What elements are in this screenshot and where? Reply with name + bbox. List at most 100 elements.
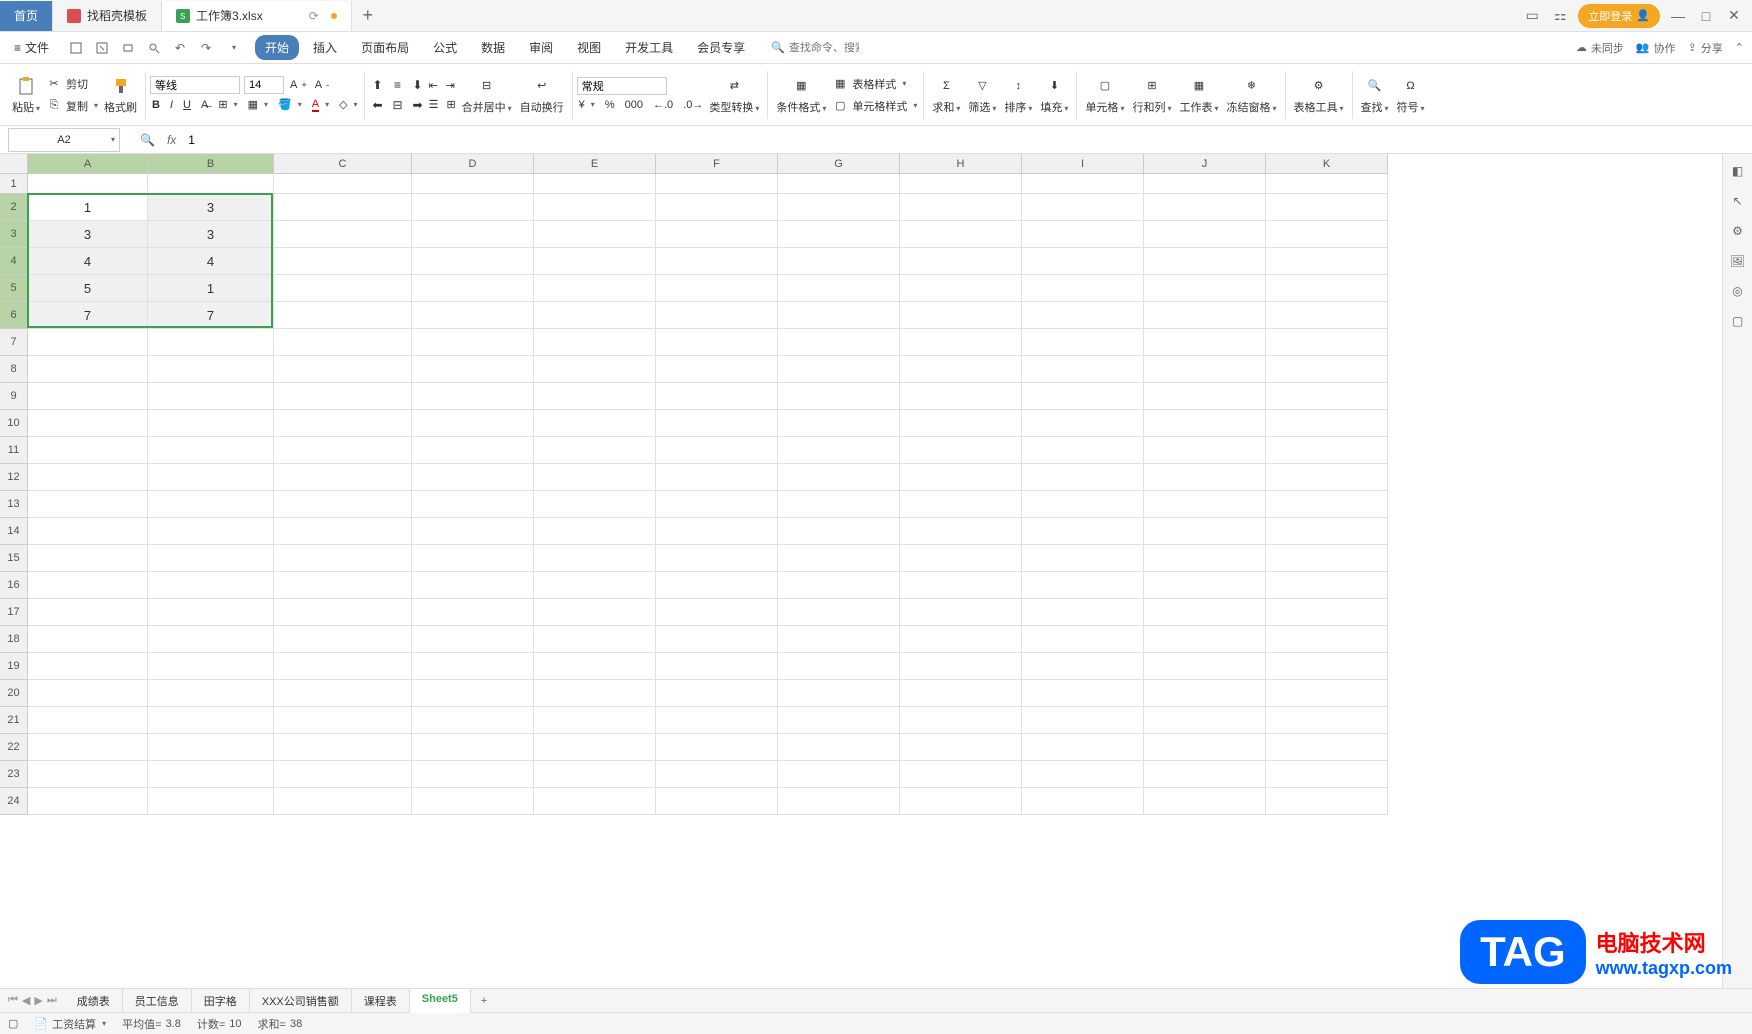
cell-G3[interactable] xyxy=(778,221,900,248)
cell-H3[interactable] xyxy=(900,221,1022,248)
cell-J22[interactable] xyxy=(1144,734,1266,761)
cell-G8[interactable] xyxy=(778,356,900,383)
cell-B8[interactable] xyxy=(148,356,274,383)
cell-J21[interactable] xyxy=(1144,707,1266,734)
number-format-select[interactable] xyxy=(577,77,667,95)
cell-K22[interactable] xyxy=(1266,734,1388,761)
collapse-ribbon-icon[interactable]: ⌃ xyxy=(1735,41,1744,54)
fill-button[interactable]: ⬇填充▾ xyxy=(1036,73,1072,117)
cell-K8[interactable] xyxy=(1266,356,1388,383)
cell-G16[interactable] xyxy=(778,572,900,599)
merge-center-button[interactable]: ⊟ 合并居中▾ xyxy=(458,73,516,117)
cell-E9[interactable] xyxy=(534,383,656,410)
cell-D22[interactable] xyxy=(412,734,534,761)
cell-I12[interactable] xyxy=(1022,464,1144,491)
cell-A20[interactable] xyxy=(28,680,148,707)
sheet-tab-5[interactable]: Sheet5 xyxy=(410,989,471,1013)
row-header-10[interactable]: 10 xyxy=(0,410,27,437)
sheet-add-button[interactable]: + xyxy=(471,991,497,1011)
cell-F9[interactable] xyxy=(656,383,778,410)
cell-F19[interactable] xyxy=(656,653,778,680)
increase-decimal-button[interactable]: ←.0 xyxy=(651,97,675,113)
cell-E23[interactable] xyxy=(534,761,656,788)
row-col-button[interactable]: ⊞行和列▾ xyxy=(1128,73,1175,117)
cell-J19[interactable] xyxy=(1144,653,1266,680)
cell-E19[interactable] xyxy=(534,653,656,680)
cell-C16[interactable] xyxy=(274,572,412,599)
menu-review[interactable]: 审阅 xyxy=(519,35,563,60)
clear-format-button[interactable]: ◇▾ xyxy=(337,96,359,114)
sheet-tab-1[interactable]: 员工信息 xyxy=(123,989,192,1013)
cell-J4[interactable] xyxy=(1144,248,1266,275)
cell-A18[interactable] xyxy=(28,626,148,653)
row-header-9[interactable]: 9 xyxy=(0,383,27,410)
col-header-J[interactable]: J xyxy=(1144,154,1266,173)
cell-E24[interactable] xyxy=(534,788,656,815)
row-header-1[interactable]: 1 xyxy=(0,174,27,194)
cell-K4[interactable] xyxy=(1266,248,1388,275)
cell-D10[interactable] xyxy=(412,410,534,437)
cell-A4[interactable]: 4 xyxy=(28,248,148,275)
cell-D19[interactable] xyxy=(412,653,534,680)
cell-D15[interactable] xyxy=(412,545,534,572)
row-header-20[interactable]: 20 xyxy=(0,680,27,707)
cell-F12[interactable] xyxy=(656,464,778,491)
cell-H11[interactable] xyxy=(900,437,1022,464)
col-header-A[interactable]: A xyxy=(28,154,148,173)
cell-J24[interactable] xyxy=(1144,788,1266,815)
cell-I1[interactable] xyxy=(1022,174,1144,194)
cell-H1[interactable] xyxy=(900,174,1022,194)
tab-add-button[interactable]: + xyxy=(352,1,384,31)
cell-D3[interactable] xyxy=(412,221,534,248)
cell-H14[interactable] xyxy=(900,518,1022,545)
sheet-tab-3[interactable]: XXX公司销售额 xyxy=(250,989,352,1013)
cell-E10[interactable] xyxy=(534,410,656,437)
cell-F20[interactable] xyxy=(656,680,778,707)
cell-C3[interactable] xyxy=(274,221,412,248)
cell-B17[interactable] xyxy=(148,599,274,626)
cell-F15[interactable] xyxy=(656,545,778,572)
cell-G23[interactable] xyxy=(778,761,900,788)
cell-E21[interactable] xyxy=(534,707,656,734)
cell-K5[interactable] xyxy=(1266,275,1388,302)
cell-F18[interactable] xyxy=(656,626,778,653)
copy-button[interactable]: ⎘复制▾ xyxy=(44,96,100,116)
cell-F3[interactable] xyxy=(656,221,778,248)
col-header-I[interactable]: I xyxy=(1022,154,1144,173)
cell-E17[interactable] xyxy=(534,599,656,626)
cell-E20[interactable] xyxy=(534,680,656,707)
cell-B4[interactable]: 4 xyxy=(148,248,274,275)
cell-D16[interactable] xyxy=(412,572,534,599)
cell-A21[interactable] xyxy=(28,707,148,734)
cell-I15[interactable] xyxy=(1022,545,1144,572)
tab-workbook[interactable]: S 工作簿3.xlsx ⟳ xyxy=(162,1,352,31)
align-right-button[interactable]: ➡ xyxy=(409,96,427,114)
cell-B19[interactable] xyxy=(148,653,274,680)
cell-A13[interactable] xyxy=(28,491,148,518)
cell-D7[interactable] xyxy=(412,329,534,356)
row-header-23[interactable]: 23 xyxy=(0,761,27,788)
fill-color-button[interactable]: 🪣▾ xyxy=(276,96,304,114)
cell-A12[interactable] xyxy=(28,464,148,491)
cell-H21[interactable] xyxy=(900,707,1022,734)
cond-format-button[interactable]: ▦ 条件格式▾ xyxy=(772,73,830,117)
cell-D17[interactable] xyxy=(412,599,534,626)
cell-K9[interactable] xyxy=(1266,383,1388,410)
cell-J23[interactable] xyxy=(1144,761,1266,788)
cell-A2[interactable]: 1 xyxy=(28,194,148,221)
cell-I23[interactable] xyxy=(1022,761,1144,788)
cell-G7[interactable] xyxy=(778,329,900,356)
cell-A10[interactable] xyxy=(28,410,148,437)
cell-J13[interactable] xyxy=(1144,491,1266,518)
cell-B13[interactable] xyxy=(148,491,274,518)
close-button[interactable]: ✕ xyxy=(1724,6,1744,26)
cell-K2[interactable] xyxy=(1266,194,1388,221)
cell-C22[interactable] xyxy=(274,734,412,761)
tab-template[interactable]: 找稻壳模板 xyxy=(53,1,162,31)
type-convert-button[interactable]: ⇄ 类型转换▾ xyxy=(705,73,763,117)
cell-E8[interactable] xyxy=(534,356,656,383)
fx-icon[interactable]: fx xyxy=(167,133,176,147)
cell-I19[interactable] xyxy=(1022,653,1144,680)
freeze-button[interactable]: ❄冻结窗格▾ xyxy=(1222,73,1280,117)
cell-J17[interactable] xyxy=(1144,599,1266,626)
